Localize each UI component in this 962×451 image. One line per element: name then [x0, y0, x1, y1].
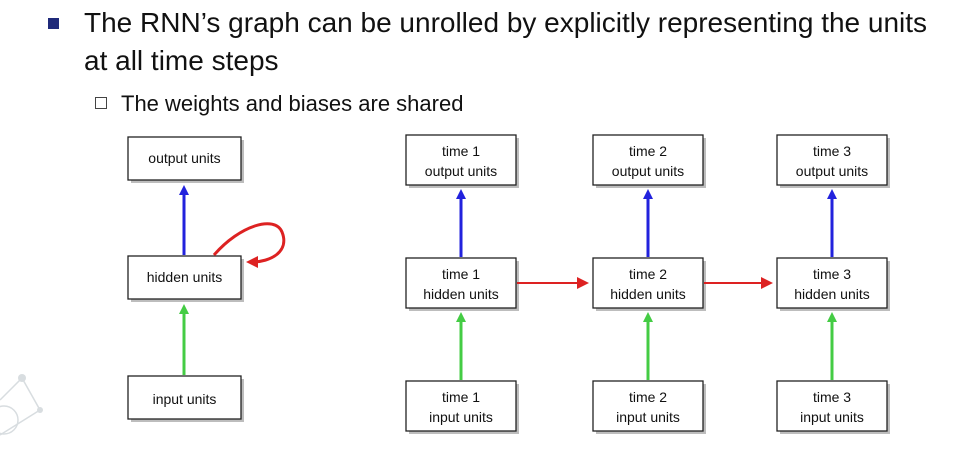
output-node-t3: time 3 output units [776, 134, 890, 188]
unrolled-rnn: time 1 output units time 1 hidden units … [405, 134, 890, 434]
input-node-t1: time 1 input units [405, 380, 519, 434]
folded-input-label: input units [153, 391, 217, 407]
time-step-3: time 3 output units time 3 hidden units … [776, 134, 890, 434]
input-node-t3: time 3 input units [776, 380, 890, 434]
folded-output-node: output units [127, 136, 244, 183]
output-t3-line2: output units [796, 163, 868, 179]
input-node-t2: time 2 input units [592, 380, 706, 434]
folded-output-label: output units [148, 150, 220, 166]
input-t2-line2: input units [616, 409, 680, 425]
hidden-t3-line1: time 3 [813, 266, 851, 282]
output-t2-line2: output units [612, 163, 684, 179]
output-t3-line1: time 3 [813, 143, 851, 159]
output-t1-line2: output units [425, 163, 497, 179]
output-t2-line1: time 2 [629, 143, 667, 159]
input-t3-line1: time 3 [813, 389, 851, 405]
output-t1-line1: time 1 [442, 143, 480, 159]
folded-hidden-node: hidden units [127, 255, 244, 302]
hidden-node-t2: time 2 hidden units [592, 257, 706, 311]
time-step-1: time 1 output units time 1 hidden units … [405, 134, 519, 434]
output-node-t1: time 1 output units [405, 134, 519, 188]
folded-input-node: input units [127, 375, 244, 422]
hidden-t1-line2: hidden units [423, 286, 499, 302]
input-t3-line2: input units [800, 409, 864, 425]
hidden-node-t3: time 3 hidden units [776, 257, 890, 311]
decorative-network-icon [0, 374, 43, 436]
rnn-diagram: output units hidden units input units ti… [0, 134, 890, 436]
hidden-t1-line1: time 1 [442, 266, 480, 282]
input-t1-line2: input units [429, 409, 493, 425]
output-node-t2: time 2 output units [592, 134, 706, 188]
folded-hidden-label: hidden units [147, 269, 223, 285]
hidden-t3-line2: hidden units [794, 286, 870, 302]
hidden-t2-line1: time 2 [629, 266, 667, 282]
hidden-node-t1: time 1 hidden units [405, 257, 519, 311]
hidden-t2-line2: hidden units [610, 286, 686, 302]
time-step-2: time 2 output units time 2 hidden units … [592, 134, 706, 434]
input-t1-line1: time 1 [442, 389, 480, 405]
folded-rnn: output units hidden units input units [127, 136, 286, 422]
input-t2-line1: time 2 [629, 389, 667, 405]
